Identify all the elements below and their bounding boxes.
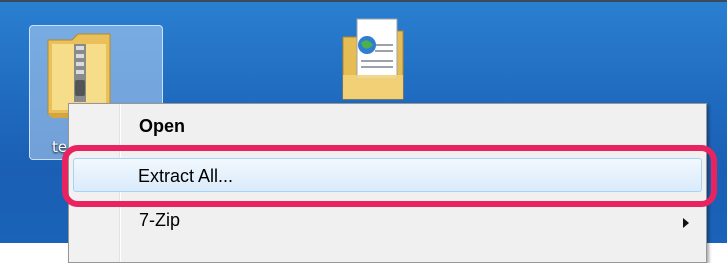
desktop: te Open Extract All... 7-Zip bbox=[0, 0, 727, 263]
menu-item-open-label: Open bbox=[139, 116, 186, 136]
submenu-arrow-icon bbox=[683, 218, 689, 228]
menu-item-open[interactable]: Open bbox=[72, 109, 703, 143]
menu-item-7zip-label: 7-Zip bbox=[139, 210, 181, 230]
extract-all-highlight-annotation bbox=[62, 145, 717, 207]
menu-item-7zip[interactable]: 7-Zip bbox=[72, 205, 703, 239]
web-document-folder-icon[interactable] bbox=[337, 17, 411, 101]
